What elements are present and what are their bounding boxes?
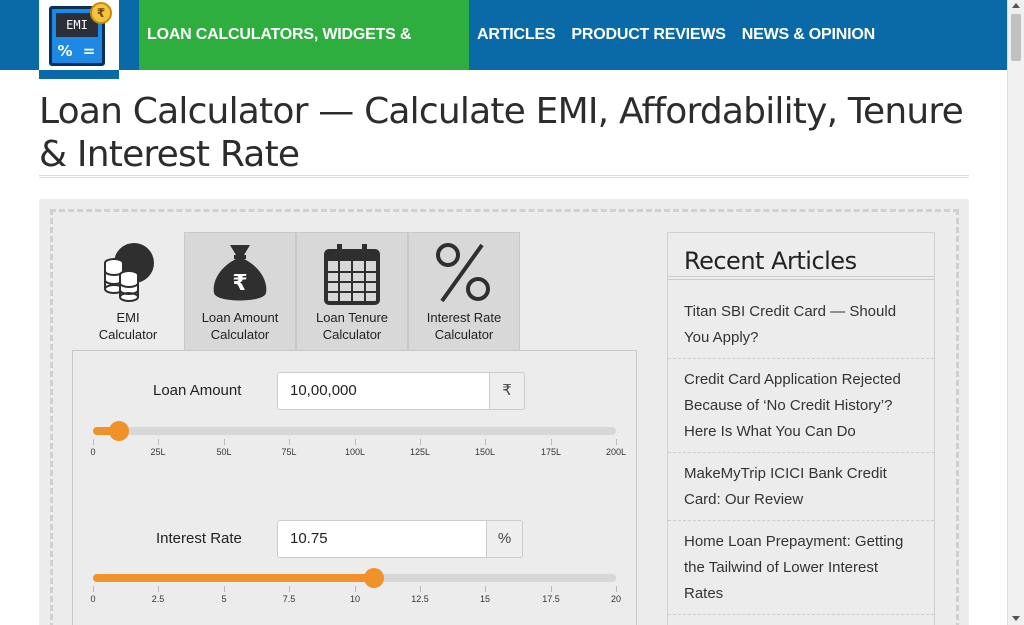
slider-tick-label: 150L	[474, 447, 496, 457]
slider-tick-label: 20	[610, 594, 622, 604]
nav-news-opinion[interactable]: NEWS & OPINION	[734, 0, 883, 70]
percent-addon: %	[487, 520, 523, 558]
interest-rate-input[interactable]: 10.75	[277, 520, 487, 558]
slider-tick	[224, 586, 225, 592]
slider-tick-label: 15	[479, 594, 491, 604]
title-divider	[39, 175, 969, 178]
recent-articles-sidebar: Recent Articles Titan SBI Credit Card — …	[667, 232, 935, 625]
tab-emi-calculator[interactable]: EMI Calculator	[72, 232, 184, 351]
tab-interest-rate-label: Interest Rate Calculator	[426, 310, 502, 342]
slider-tick	[224, 439, 225, 445]
slider-tick	[551, 439, 552, 445]
tab-emi-label: EMI Calculator	[98, 310, 158, 342]
interest-rate-slider-fill	[93, 574, 374, 582]
tab-interest-rate-calculator[interactable]: Interest Rate Calculator	[408, 232, 520, 351]
slider-tick	[616, 439, 617, 445]
slider-tick-label: 7.5	[282, 594, 296, 604]
slider-tick-label: 75L	[281, 447, 297, 457]
coins-icon	[104, 243, 154, 302]
tab-loan-tenure-calculator[interactable]: Loan Tenure Calculator	[296, 232, 408, 351]
interest-rate-label: Interest Rate	[156, 530, 242, 547]
loan-amount-slider[interactable]: 0 25L 50L 75L 100L 125L 150L 175L 200L	[90, 421, 626, 457]
slider-tick-label: 12.5	[411, 594, 429, 604]
main-nav: LOAN CALCULATORS, WIDGETS & RATES ARTICL…	[139, 0, 883, 113]
slider-tick	[158, 439, 159, 445]
slider-tick	[485, 439, 486, 445]
page-title: Loan Calculator — Calculate EMI, Afforda…	[39, 91, 964, 175]
slider-tick	[355, 439, 356, 445]
interest-rate-slider[interactable]: 0 2.5 5 7.5 10 12.5 15 17.5 20	[90, 568, 621, 604]
scroll-down-arrow-icon[interactable]	[1012, 616, 1020, 621]
slider-tick-label: 200L	[605, 447, 627, 457]
logo-percent-key: %	[57, 42, 73, 60]
slider-tick	[93, 439, 94, 445]
slider-tick-label: 125L	[409, 447, 431, 457]
slider-tick-label: 10	[349, 594, 361, 604]
tab-loan-tenure-label: Loan Tenure Calculator	[315, 310, 389, 342]
slider-tick	[420, 439, 421, 445]
slider-tick-label: 100L	[344, 447, 366, 457]
tab-loan-amount-calculator[interactable]: ₹ Loan Amount Calculator	[184, 232, 296, 351]
interest-rate-slider-handle[interactable]	[364, 568, 384, 588]
rupee-addon: ₹	[490, 372, 525, 410]
rupee-coin-icon: ₹	[90, 2, 112, 24]
calendar-icon	[324, 244, 380, 305]
slider-tick-label: 0	[90, 447, 96, 457]
interest-rate-input-group: 10.75 %	[277, 520, 523, 558]
slider-tick	[93, 586, 94, 592]
article-link[interactable]: Credit Card Application Rejected Because …	[668, 367, 934, 453]
slider-tick	[551, 586, 552, 592]
slider-tick	[355, 586, 356, 592]
svg-text:₹: ₹	[232, 271, 247, 296]
slider-tick	[289, 586, 290, 592]
tab-loan-amount-label: Loan Amount Calculator	[201, 310, 279, 342]
slider-tick	[485, 586, 486, 592]
slider-tick-label: 25L	[150, 447, 166, 457]
logo-equals-key: =	[82, 42, 96, 60]
vertical-scrollbar[interactable]	[1007, 0, 1024, 625]
money-bag-icon: ₹	[213, 245, 267, 301]
calculator-tabs: EMI Calculator ₹ Loan Amount Calculator Lo…	[72, 232, 520, 351]
article-link[interactable]: Home Loan Prepayment: Getting the Tailwin…	[668, 529, 934, 615]
slider-tick-label: 5	[221, 594, 227, 604]
slider-tick	[158, 586, 159, 592]
article-link[interactable]: Titan SBI Credit Card — Should You Apply?	[668, 299, 934, 359]
loan-amount-input-group: 10,00,000 ₹	[277, 372, 525, 410]
site-logo[interactable]: EMI % = ₹	[39, 0, 119, 79]
slider-tick	[420, 586, 421, 592]
nav-product-reviews[interactable]: PRODUCT REVIEWS	[563, 0, 733, 70]
slider-tick	[289, 439, 290, 445]
loan-amount-slider-handle[interactable]	[109, 421, 129, 441]
slider-tick-label: 175L	[540, 447, 562, 457]
scroll-up-arrow-icon[interactable]	[1012, 3, 1020, 8]
loan-amount-label: Loan Amount	[153, 382, 242, 399]
slider-tick-label: 2.5	[151, 594, 165, 604]
sidebar-divider	[668, 276, 934, 280]
slider-tick-label: 0	[90, 594, 96, 604]
nav-loan-calculators[interactable]: LOAN CALCULATORS, WIDGETS & RATES	[139, 0, 469, 113]
loan-amount-input[interactable]: 10,00,000	[277, 372, 490, 410]
percent-icon	[436, 243, 490, 303]
nav-articles[interactable]: ARTICLES	[469, 0, 563, 70]
slider-tick	[616, 586, 617, 592]
recent-articles-title: Recent Articles	[684, 247, 857, 275]
scroll-thumb[interactable]	[1011, 14, 1021, 61]
article-link[interactable]: MakeMyTrip ICICI Bank Credit Card: Our Re…	[668, 461, 934, 521]
slider-tick-label: 17.5	[542, 594, 560, 604]
slider-tick-label: 50L	[216, 447, 232, 457]
